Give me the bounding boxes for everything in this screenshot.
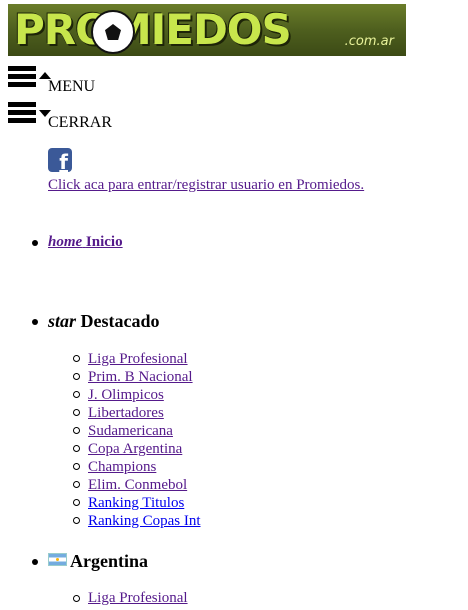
sub-bullet <box>73 595 80 602</box>
sub-bullet <box>73 517 80 524</box>
star-icon: star <box>48 311 77 331</box>
destacado-link-copa-argentina[interactable]: Copa Argentina <box>88 441 182 458</box>
sub-bullet <box>73 499 80 506</box>
sub-bullet <box>73 427 80 434</box>
destacado-link-prim-b-nacional[interactable]: Prim. B Nacional <box>88 369 193 386</box>
soccer-ball-icon <box>91 10 135 54</box>
home-icon: home <box>48 234 83 250</box>
sub-bullet <box>73 445 80 452</box>
hamburger-icon <box>8 66 36 88</box>
argentina-link-liga-profesional[interactable]: Liga Profesional <box>88 590 188 607</box>
logo-domain: .com.ar <box>344 34 394 49</box>
sub-bullet <box>73 481 80 488</box>
section-destacado-label: Destacado <box>80 311 160 331</box>
section-argentina[interactable]: Argentina <box>48 551 148 572</box>
facebook-icon[interactable]: f <box>48 148 72 172</box>
destacado-link-libertadores[interactable]: Libertadores <box>88 405 164 422</box>
nav-item-inicio-label: Inicio <box>85 234 123 250</box>
menu-close-label[interactable]: CERRAR <box>48 114 112 132</box>
destacado-link-ranking-copas-int[interactable]: Ranking Copas Int <box>88 513 201 530</box>
promiedos-logo[interactable]: PROMIEDOS .com.ar <box>8 4 406 56</box>
sub-bullet <box>73 391 80 398</box>
destacado-link-sudamericana[interactable]: Sudamericana <box>88 423 173 440</box>
destacado-link-champions[interactable]: Champions <box>88 459 156 476</box>
sub-bullet <box>73 355 80 362</box>
destacado-link-liga-profesional[interactable]: Liga Profesional <box>88 351 188 368</box>
facebook-login-link[interactable]: Click aca para entrar/registrar usuario … <box>48 177 364 194</box>
sub-bullet <box>73 409 80 416</box>
destacado-link-j-olimpicos[interactable]: J. Olimpicos <box>88 387 164 404</box>
list-bullet <box>32 240 38 246</box>
menu-open-label[interactable]: MENU <box>48 78 95 96</box>
section-destacado[interactable]: star Destacado <box>48 311 160 332</box>
logo-text: PROMIEDOS <box>14 5 292 54</box>
sub-bullet <box>73 373 80 380</box>
hamburger-icon <box>8 102 36 124</box>
argentina-flag-icon <box>48 553 67 566</box>
destacado-link-ranking-titulos[interactable]: Ranking Titulos <box>88 495 184 512</box>
list-bullet <box>32 559 38 565</box>
list-bullet <box>32 319 38 325</box>
destacado-link-elim-conmebol[interactable]: Elim. Conmebol <box>88 477 187 494</box>
section-argentina-label: Argentina <box>70 551 148 571</box>
nav-item-inicio[interactable]: home Inicio <box>48 234 123 251</box>
sub-bullet <box>73 463 80 470</box>
